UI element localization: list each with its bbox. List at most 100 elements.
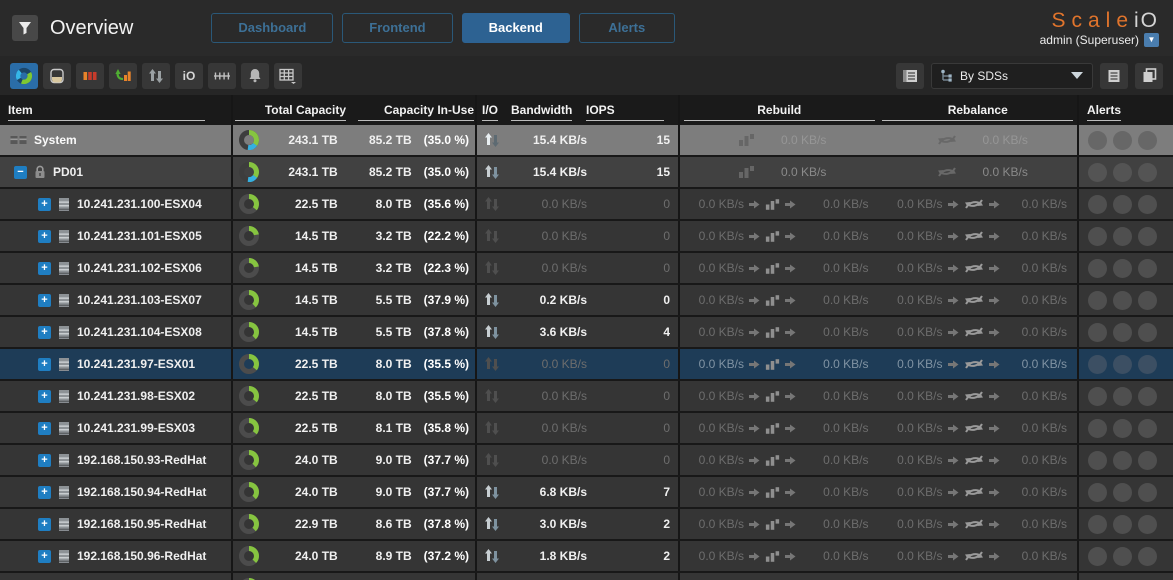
expand-toggle-button[interactable]: + <box>38 486 51 499</box>
table-row[interactable]: + <box>0 573 1173 580</box>
capacity-donut-view-button[interactable] <box>10 63 38 89</box>
arrow-right-icon <box>749 264 760 273</box>
expand-toggle-button[interactable]: − <box>14 166 27 179</box>
alert-indicator <box>1088 387 1107 406</box>
capacity-cell: 14.5 TB 5.5 TB (37.9 %) <box>233 285 477 315</box>
tab-frontend[interactable]: Frontend <box>342 13 452 43</box>
rebalance-flow: 0.0 KB/s 0.0 KB/s <box>879 228 1078 244</box>
arrow-right-icon <box>948 520 959 529</box>
storage-pool-view-button[interactable] <box>43 63 71 89</box>
expand-toggle-button[interactable]: + <box>38 358 51 371</box>
capacity-donut <box>238 161 260 183</box>
tab-backend[interactable]: Backend <box>462 13 570 43</box>
rebalance-cell: 0.0 KB/s 0.0 KB/s <box>879 445 1078 475</box>
capacity-in-use-percent: (22.3 %) <box>412 261 475 275</box>
capacity-donut <box>238 225 260 247</box>
io-arrows-icon <box>483 420 501 436</box>
table-row[interactable]: System 243.1 TB 85.2 TB (35.0 %) 15.4 KB… <box>0 125 1173 155</box>
expand-toggle-button[interactable]: + <box>38 198 51 211</box>
rebuild-icon <box>738 164 755 180</box>
bar-chart-view-button[interactable] <box>76 63 104 89</box>
item-cell: + 10.241.231.99-ESX03 <box>0 413 233 443</box>
expand-toggle-button[interactable]: + <box>38 294 51 307</box>
table-row[interactable]: + 192.168.150.96-RedHat <box>0 541 1173 571</box>
item-cell: − PD01 <box>0 157 233 187</box>
rebalance-value: 0.0 KB/s <box>983 133 1028 147</box>
alert-bell-view-button[interactable] <box>241 63 269 89</box>
table-row[interactable]: + 192.168.150.93-RedHat <box>0 445 1173 475</box>
capacity-cell <box>233 573 477 580</box>
table-row[interactable]: + 10.241.231.101-ESX05 <box>0 221 1173 251</box>
col-header-rebalance[interactable]: Rebalance <box>879 95 1078 125</box>
io-cell: 6.8 KB/s 7 <box>477 477 680 507</box>
rebuild-from-value: 0.0 KB/s <box>680 357 744 371</box>
rebuild-icon <box>765 197 780 212</box>
rebalance-from-value: 0.0 KB/s <box>879 229 943 243</box>
col-header-io[interactable]: I/O <box>482 103 498 121</box>
item-name: 10.241.231.102-ESX06 <box>77 261 202 275</box>
rebuild-flow: 0.0 KB/s 0.0 KB/s <box>680 197 879 212</box>
col-header-iops[interactable]: IOPS <box>586 103 664 121</box>
group-by-dropdown[interactable]: By SDSs <box>931 63 1093 89</box>
rebalance-from-value: 0.0 KB/s <box>879 485 943 499</box>
col-header-capacity-in-use[interactable]: Capacity In-Use <box>358 103 474 121</box>
table-row[interactable]: + 10.241.231.97-ESX01 <box>0 349 1173 379</box>
arrow-right-icon <box>785 296 796 305</box>
expand-toggle-button[interactable]: + <box>38 262 51 275</box>
rebalance-aggregate: 0.0 KB/s <box>937 164 1028 180</box>
expand-toggle-button[interactable]: + <box>38 550 51 563</box>
table-row[interactable]: + 10.241.231.104-ESX08 <box>0 317 1173 347</box>
table-row[interactable]: + 192.168.150.95-RedHat <box>0 509 1173 539</box>
rebuild-cell: 0.0 KB/s 0.0 KB/s <box>680 413 879 443</box>
col-header-alerts[interactable]: Alerts <box>1079 95 1173 125</box>
user-caret-icon[interactable]: ▼ <box>1144 33 1159 47</box>
expand-toggle-button[interactable]: + <box>38 422 51 435</box>
io-text-view-button[interactable]: iO <box>175 63 203 89</box>
col-header-bandwidth[interactable]: Bandwidth <box>511 103 572 121</box>
bandwidth-value: 0.0 KB/s <box>501 453 587 467</box>
col-header-item[interactable]: Item <box>0 95 233 125</box>
rebuild-from-value: 0.0 KB/s <box>680 389 744 403</box>
table-row[interactable]: + 10.241.231.100-ESX04 <box>0 189 1173 219</box>
table-grid-view-button[interactable] <box>274 63 302 89</box>
alerts-cell <box>1079 509 1173 539</box>
io-arrows-view-button[interactable] <box>142 63 170 89</box>
lock-icon <box>34 165 46 179</box>
rebuild-to-value: 0.0 KB/s <box>801 357 879 371</box>
alert-indicator <box>1138 227 1157 246</box>
tab-dashboard[interactable]: Dashboard <box>211 13 333 43</box>
copy-button[interactable] <box>1135 63 1163 89</box>
table-row[interactable]: + 10.241.231.99-ESX03 <box>0 413 1173 443</box>
table-row[interactable]: − PD01 243.1 <box>0 157 1173 187</box>
rebalance-from-value: 0.0 KB/s <box>879 357 943 371</box>
tab-alerts[interactable]: Alerts <box>579 13 675 43</box>
alerts-cell <box>1079 413 1173 443</box>
expand-toggle-button[interactable]: + <box>38 454 51 467</box>
filter-button[interactable] <box>12 15 38 41</box>
expand-toggle-button[interactable]: + <box>38 518 51 531</box>
rebalance-to-value: 0.0 KB/s <box>1005 421 1078 435</box>
rebuild-to-value: 0.0 KB/s <box>801 517 879 531</box>
server-icon <box>58 197 70 212</box>
expand-toggle-button[interactable]: + <box>38 326 51 339</box>
table-row[interactable]: + 10.241.231.103-ESX07 <box>0 285 1173 315</box>
latency-ruler-view-button[interactable] <box>208 63 236 89</box>
expand-toggle-button[interactable]: + <box>38 390 51 403</box>
rebuild-flow: 0.0 KB/s 0.0 KB/s <box>680 261 879 276</box>
col-header-rebuild[interactable]: Rebuild <box>680 95 879 125</box>
bandwidth-value: 0.2 KB/s <box>501 293 587 307</box>
expand-toggle-button[interactable]: + <box>38 230 51 243</box>
list-view-button[interactable] <box>1100 63 1128 89</box>
capacity-in-use-value: 3.2 TB <box>338 229 412 243</box>
table-row[interactable]: + 192.168.150.94-RedHat <box>0 477 1173 507</box>
collapse-panel-button[interactable] <box>896 63 924 89</box>
table-row[interactable]: + 10.241.231.98-ESX02 <box>0 381 1173 411</box>
rebalance-view-button[interactable] <box>109 63 137 89</box>
user-menu[interactable]: admin (Superuser) ▼ <box>1040 33 1159 47</box>
capacity-donut <box>238 449 260 471</box>
col-header-total-capacity[interactable]: Total Capacity <box>235 103 346 121</box>
col-header-rebuild-rebalance: Rebuild Rebalance <box>680 95 1079 125</box>
total-capacity-value: 243.1 TB <box>260 165 338 179</box>
rebuild-icon <box>765 229 780 244</box>
table-row[interactable]: + 10.241.231.102-ESX06 <box>0 253 1173 283</box>
